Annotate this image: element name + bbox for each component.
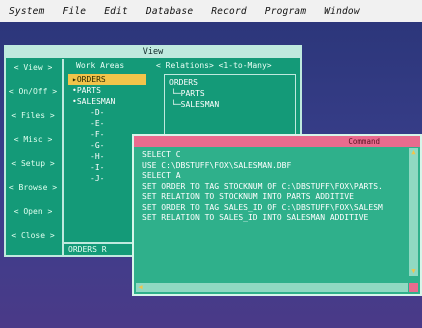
menu-program[interactable]: Program (256, 6, 315, 17)
command-window-title[interactable]: Command (134, 136, 420, 147)
command-window: Command SELECT C USE C:\DBSTUFF\FOX\SALE… (132, 134, 422, 296)
command-line: SET RELATION TO SALES_ID INTO SALESMAN A… (142, 213, 369, 222)
tree-child[interactable]: └─PARTS (171, 88, 205, 99)
files-button[interactable]: < Files > (8, 109, 58, 122)
resize-handle-icon[interactable] (409, 283, 418, 292)
command-line: USE C:\DBSTUFF\FOX\SALESMAN.DBF (142, 160, 292, 170)
scroll-left-arrow-icon[interactable]: ◀ (136, 283, 145, 292)
on-off-button[interactable]: < On/Off > (8, 85, 58, 98)
scroll-down-arrow-icon[interactable]: ▼ (409, 267, 418, 276)
work-areas-header: Work Areas (76, 61, 125, 70)
work-area-item[interactable]: •PARTS (68, 85, 146, 96)
scroll-up-arrow-icon[interactable]: ▲ (409, 148, 418, 157)
vertical-scrollbar[interactable]: ▲ ▼ (409, 148, 418, 276)
command-line: SELECT C (142, 150, 181, 159)
close-button[interactable]: < Close > (8, 229, 58, 242)
command-lines[interactable]: SELECT C USE C:\DBSTUFF\FOX\SALESMAN.DBF… (142, 150, 406, 224)
menu-window[interactable]: Window (315, 6, 369, 17)
menu-edit[interactable]: Edit (95, 6, 137, 17)
command-line: SET RELATION TO STOCKNUM INTO PARTS ADDI… (142, 192, 354, 201)
work-area-item[interactable]: -D- (68, 107, 146, 118)
view-window-title[interactable]: View (6, 47, 300, 58)
desktop: System File Edit Database Record Program… (0, 0, 422, 328)
work-area-item[interactable]: -E- (68, 118, 146, 129)
menu-database[interactable]: Database (137, 6, 202, 17)
setup-button[interactable]: < Setup > (8, 157, 58, 170)
browse-button[interactable]: < Browse > (8, 181, 58, 194)
command-line: SET ORDER TO TAG SALES_ID OF C:\DBSTUFF\… (142, 202, 383, 212)
horizontal-scrollbar[interactable]: ◀ (136, 283, 408, 292)
tree-child[interactable]: └─SALESMAN (171, 99, 219, 110)
misc-button[interactable]: < Misc > (8, 133, 58, 146)
command-line: SELECT A (142, 171, 181, 180)
work-area-item[interactable]: •SALESMAN (68, 96, 146, 107)
menubar: System File Edit Database Record Program… (0, 0, 422, 22)
open-button[interactable]: < Open > (8, 205, 58, 218)
view-button[interactable]: < View > (8, 61, 58, 74)
side-divider (62, 59, 64, 255)
tree-root[interactable]: ORDERS (169, 77, 198, 88)
menu-file[interactable]: File (54, 6, 96, 17)
work-area-item[interactable]: ▸ORDERS (68, 74, 146, 85)
menu-record[interactable]: Record (202, 6, 256, 17)
command-line: SET ORDER TO TAG STOCKNUM OF C:\DBSTUFF\… (142, 181, 383, 191)
menu-system[interactable]: System (0, 6, 54, 17)
relations-header[interactable]: < Relations> <1-to-Many> (156, 60, 272, 71)
